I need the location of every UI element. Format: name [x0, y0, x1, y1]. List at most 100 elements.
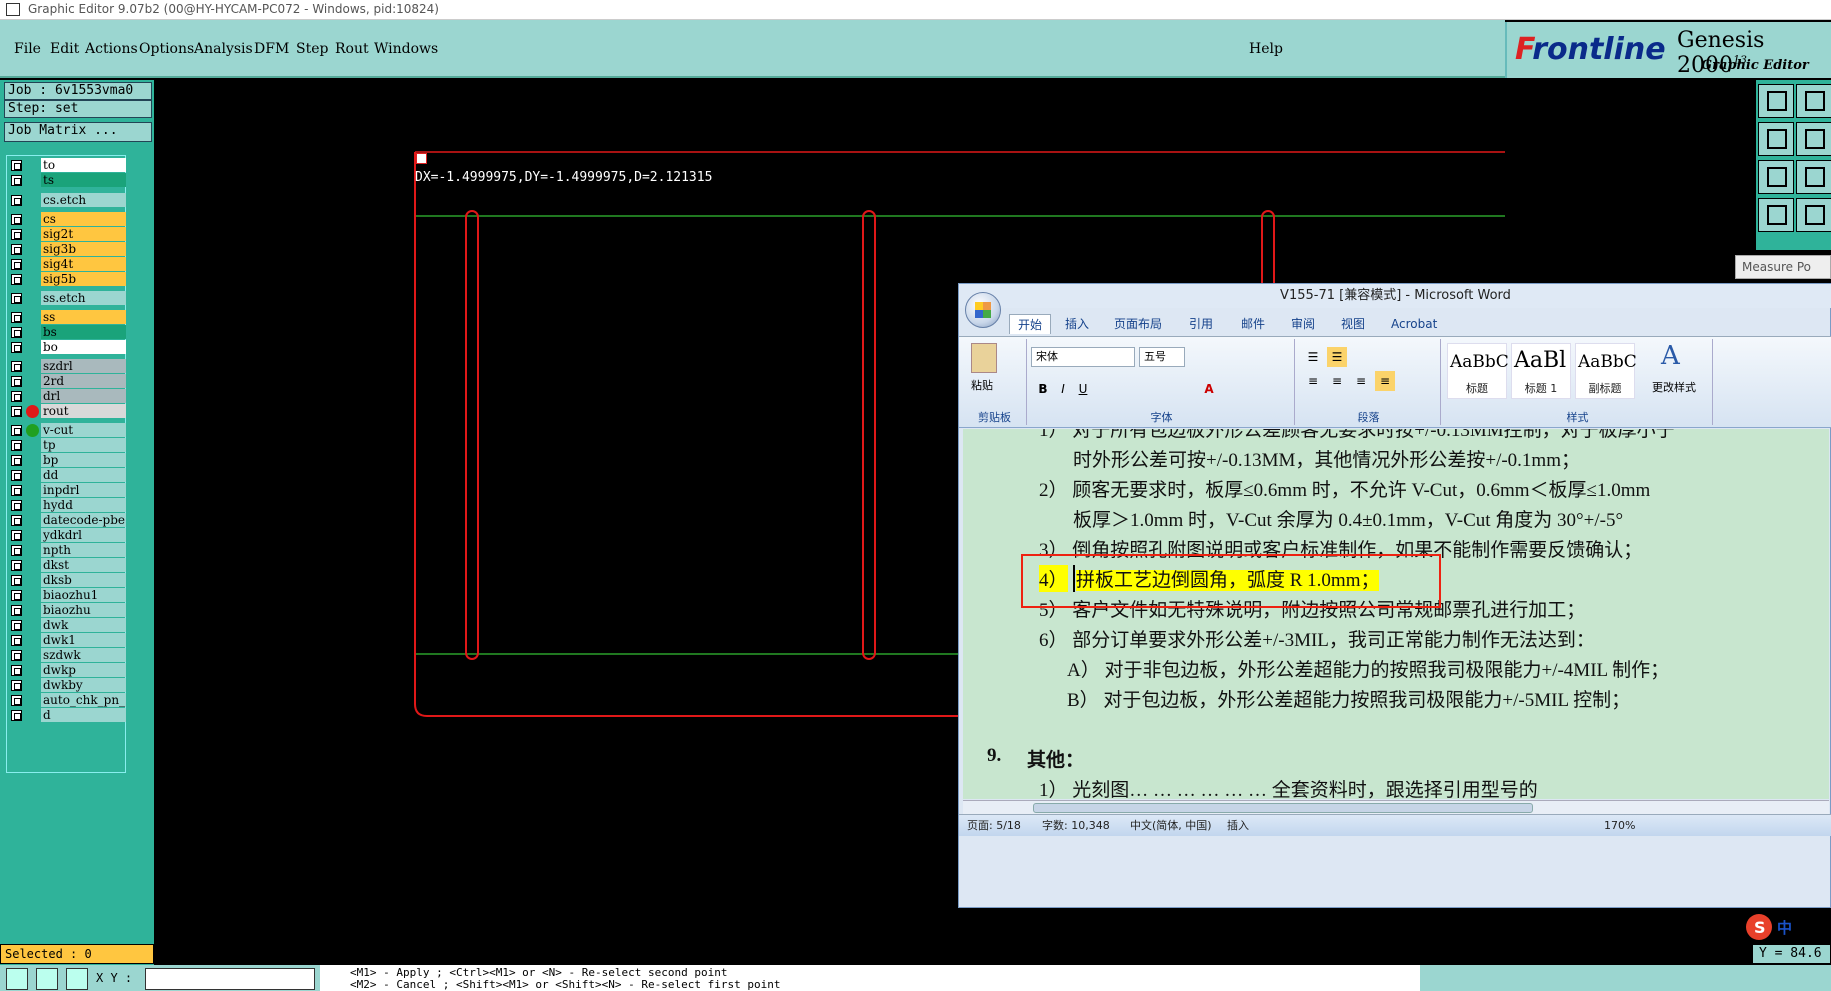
word-count[interactable]: 字数: 10,348	[1042, 815, 1110, 837]
job-matrix-button[interactable]: Job Matrix ...	[4, 122, 152, 142]
ime-indicator[interactable]: S 中	[1745, 912, 1831, 942]
justify-icon[interactable]: ≡	[1375, 371, 1395, 391]
pan-left-button[interactable]	[1758, 122, 1794, 156]
bullets-icon[interactable]: ☰	[1303, 347, 1323, 367]
underline-button[interactable]: U	[1073, 379, 1093, 399]
layer-row-bp[interactable]: bp	[7, 453, 127, 468]
layer-row-sig5b[interactable]: sig5b	[7, 272, 127, 287]
layer-row-dwkp[interactable]: dwkp	[7, 663, 127, 678]
snap-grid-button[interactable]	[6, 968, 28, 990]
layer-checkbox[interactable]	[11, 470, 22, 481]
align-right-icon[interactable]: ≡	[1351, 371, 1371, 391]
layer-checkbox[interactable]	[11, 575, 22, 586]
pan-right-button[interactable]	[1796, 122, 1831, 156]
layer-row-cs[interactable]: cs	[7, 212, 127, 227]
menu-actions[interactable]: Actions	[85, 41, 138, 57]
layer-row-dksb[interactable]: dksb	[7, 573, 127, 588]
layer-checkbox[interactable]	[11, 229, 22, 240]
measure-panel-title[interactable]: Measure Po	[1735, 255, 1831, 279]
layer-checkbox[interactable]	[11, 259, 22, 270]
layer-checkbox[interactable]	[11, 530, 22, 541]
menu-file[interactable]: File	[14, 41, 41, 57]
layer-checkbox[interactable]	[11, 620, 22, 631]
layer-checkbox[interactable]	[11, 515, 22, 526]
page-indicator[interactable]: 页面: 5/18	[967, 815, 1021, 837]
align-center-icon[interactable]: ≡	[1327, 371, 1347, 391]
coord-mode-button[interactable]	[66, 968, 88, 990]
layer-row-sig2t[interactable]: sig2t	[7, 227, 127, 242]
layer-row-ydkdrl[interactable]: ydkdrl	[7, 528, 127, 543]
layer-row-dwk[interactable]: dwk	[7, 618, 127, 633]
paste-label[interactable]: 粘贴	[971, 377, 993, 393]
layer-row-npth[interactable]: npth	[7, 543, 127, 558]
layer-row-2rd[interactable]: 2rd	[7, 374, 127, 389]
layer-checkbox[interactable]	[11, 175, 22, 186]
layer-checkbox[interactable]	[11, 160, 22, 171]
menu-analysis[interactable]: Analysis	[194, 41, 253, 57]
layer-row-biaozhu1[interactable]: biaozhu1	[7, 588, 127, 603]
font-color-button[interactable]: A	[1199, 379, 1219, 399]
menu-windows[interactable]: Windows	[374, 41, 438, 57]
style-heading-1[interactable]: AaBl 标题 1	[1511, 343, 1571, 399]
tab-references[interactable]: 引用	[1189, 314, 1213, 334]
zoom-fit-button[interactable]	[1758, 160, 1794, 194]
horizontal-scrollbar[interactable]	[963, 800, 1829, 814]
layer-row-d[interactable]: d	[7, 708, 127, 723]
tab-insert[interactable]: 插入	[1065, 314, 1089, 334]
layer-row-v-cut[interactable]: v-cut	[7, 423, 127, 438]
style-heading[interactable]: AaBbC 标题	[1447, 343, 1509, 399]
layer-row-rout[interactable]: rout	[7, 404, 127, 419]
zoom-area-button[interactable]	[1796, 160, 1831, 194]
layer-row-inpdrl[interactable]: inpdrl	[7, 483, 127, 498]
layer-row-bo[interactable]: bo	[7, 340, 127, 355]
layer-checkbox[interactable]	[11, 425, 22, 436]
layer-checkbox[interactable]	[11, 274, 22, 285]
menu-rout[interactable]: Rout	[335, 41, 369, 57]
layer-checkbox[interactable]	[11, 680, 22, 691]
layer-row-biaozhu[interactable]: biaozhu	[7, 603, 127, 618]
tab-home[interactable]: 开始	[1009, 314, 1052, 334]
layer-checkbox[interactable]	[11, 650, 22, 661]
layer-checkbox[interactable]	[11, 327, 22, 338]
layer-row-drl[interactable]: drl	[7, 389, 127, 404]
cross-cursor-button[interactable]	[36, 968, 58, 990]
layer-row-datecode-pbe[interactable]: datecode-pbe	[7, 513, 127, 528]
tab-page-layout[interactable]: 页面布局	[1114, 314, 1162, 334]
font-size-select[interactable]: 五号	[1139, 347, 1185, 367]
tab-review[interactable]: 审阅	[1291, 314, 1315, 334]
layer-checkbox[interactable]	[11, 545, 22, 556]
layer-checkbox[interactable]	[11, 665, 22, 676]
xy-input[interactable]	[145, 968, 315, 990]
layer-checkbox[interactable]	[11, 406, 22, 417]
tab-acrobat[interactable]: Acrobat	[1391, 314, 1437, 334]
snap-button[interactable]	[1758, 198, 1794, 232]
paste-icon[interactable]	[971, 343, 997, 373]
office-button[interactable]	[965, 292, 1001, 328]
layer-checkbox[interactable]	[11, 244, 22, 255]
layer-checkbox[interactable]	[11, 391, 22, 402]
layer-row-dwk1[interactable]: dwk1	[7, 633, 127, 648]
scroll-thumb[interactable]	[1033, 803, 1533, 813]
layer-checkbox[interactable]	[11, 195, 22, 206]
menu-step[interactable]: Step	[296, 41, 328, 57]
layer-checkbox[interactable]	[11, 485, 22, 496]
layer-checkbox[interactable]	[11, 455, 22, 466]
bold-button[interactable]: B	[1033, 379, 1053, 399]
layer-checkbox[interactable]	[11, 312, 22, 323]
layer-checkbox[interactable]	[11, 440, 22, 451]
insert-mode[interactable]: 插入	[1227, 815, 1249, 837]
layer-checkbox[interactable]	[11, 560, 22, 571]
layer-row-ts[interactable]: ts	[7, 173, 127, 188]
layer-row-dkst[interactable]: dkst	[7, 558, 127, 573]
layer-checkbox[interactable]	[11, 361, 22, 372]
align-left-icon[interactable]: ≡	[1303, 371, 1323, 391]
layer-checkbox[interactable]	[11, 590, 22, 601]
layer-row-auto_chk_pn_[interactable]: auto_chk_pn_	[7, 693, 127, 708]
layer-row-bs[interactable]: bs	[7, 325, 127, 340]
layer-row-cs.etch[interactable]: cs.etch	[7, 193, 127, 208]
italic-button[interactable]: I	[1053, 379, 1073, 399]
change-styles-button[interactable]: A 更改样式	[1643, 341, 1705, 401]
layer-row-ss[interactable]: ss	[7, 310, 127, 325]
tab-mailings[interactable]: 邮件	[1241, 314, 1265, 334]
language-indicator[interactable]: 中文(简体, 中国)	[1130, 815, 1212, 837]
